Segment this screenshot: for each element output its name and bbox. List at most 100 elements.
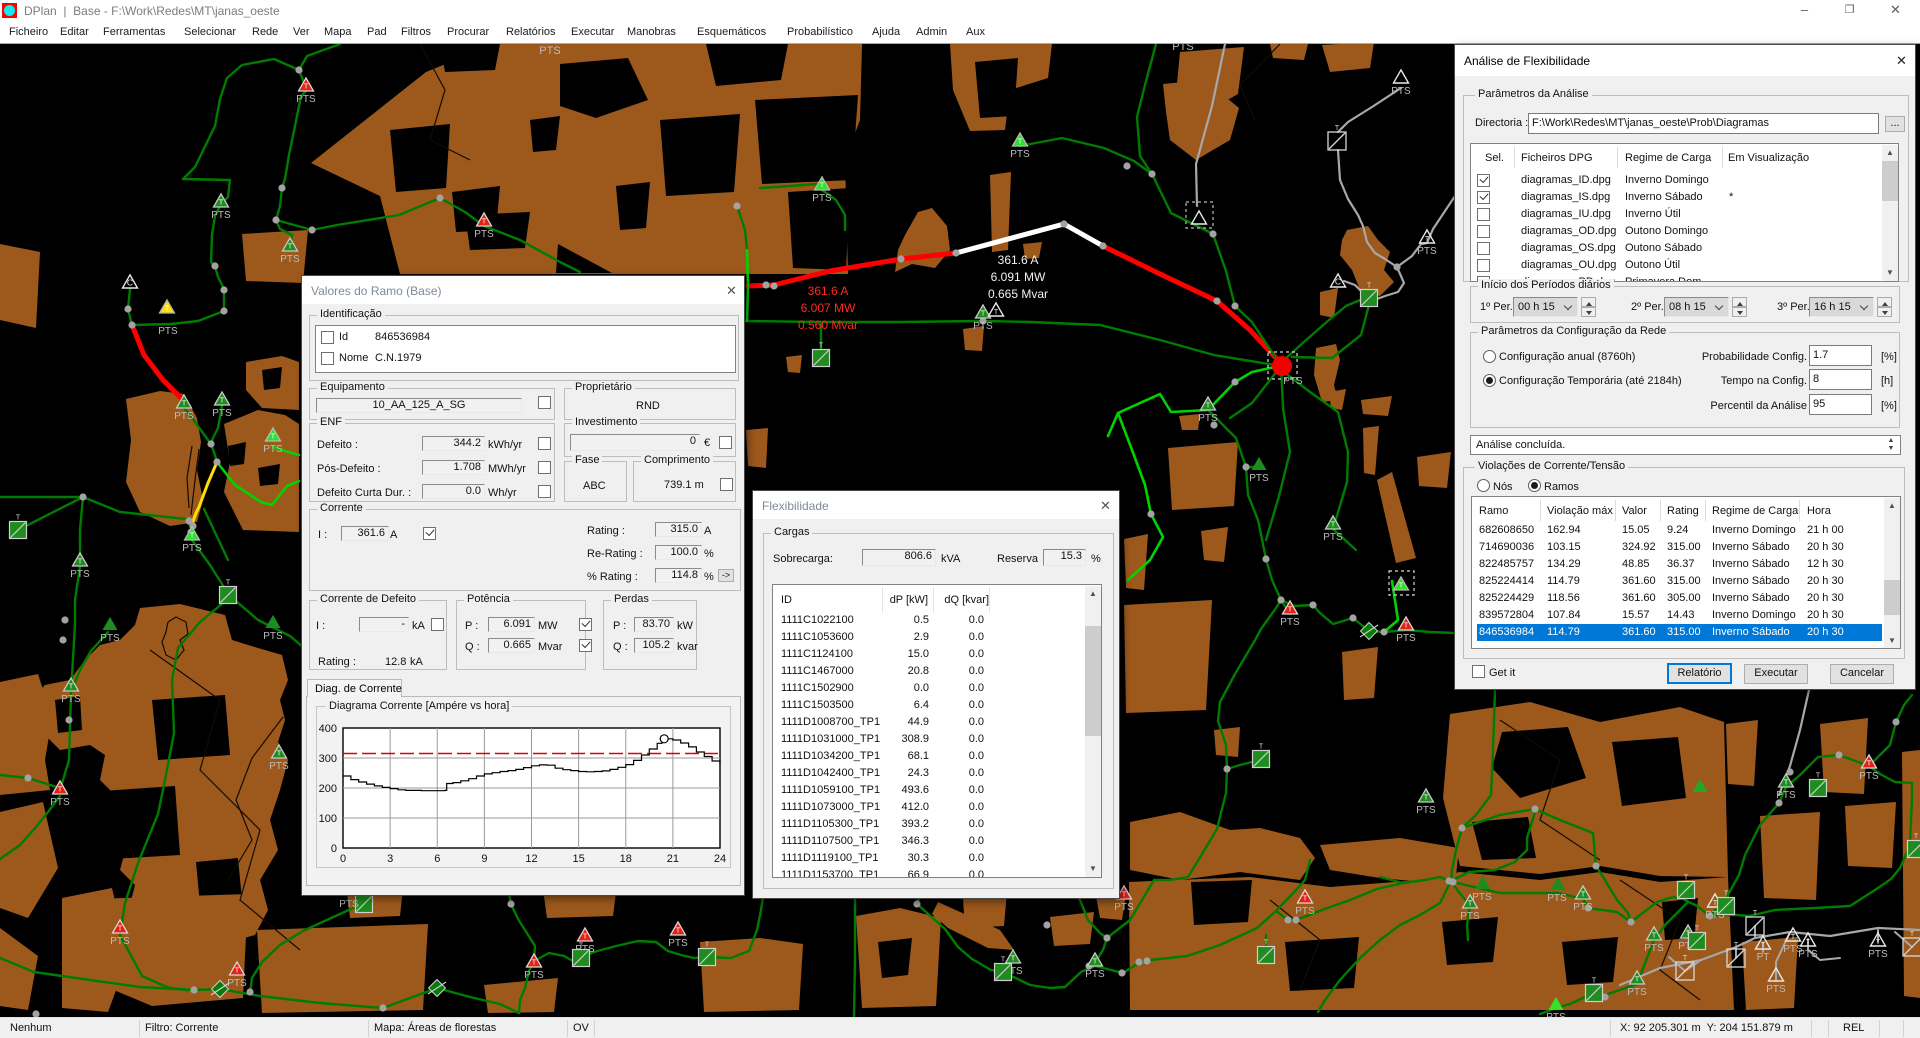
svg-text:PTS: PTS — [1546, 1012, 1566, 1017]
svg-text:T: T — [1367, 283, 1372, 290]
svg-text:T: T — [271, 434, 276, 441]
svg-text:PTS: PTS — [1172, 44, 1193, 53]
svg-text:PTS: PTS — [1391, 86, 1411, 97]
svg-text:T: T — [994, 309, 999, 316]
svg-text:PTS: PTS — [174, 411, 194, 422]
svg-text:T: T — [235, 968, 240, 975]
svg-text:PTS: PTS — [110, 936, 130, 947]
svg-text:PTS: PTS — [1396, 633, 1416, 644]
svg-text:T: T — [78, 559, 83, 566]
svg-text:18: 18 — [620, 853, 632, 865]
svg-text:T: T — [1784, 780, 1789, 787]
svg-text:6.007 MW: 6.007 MW — [801, 301, 856, 315]
svg-text:T: T — [1335, 125, 1340, 132]
svg-text:PTS: PTS — [668, 938, 688, 949]
svg-text:24: 24 — [714, 853, 726, 865]
svg-text:PTS: PTS — [182, 543, 202, 554]
svg-text:PTS: PTS — [280, 254, 300, 265]
svg-text:PTS: PTS — [1114, 902, 1134, 913]
svg-text:PTS: PTS — [1472, 892, 1492, 903]
svg-text:T: T — [1122, 892, 1127, 899]
svg-text:PTS: PTS — [1460, 911, 1480, 922]
svg-text:PTS: PTS — [1776, 790, 1796, 801]
svg-text:T: T — [1424, 795, 1429, 802]
svg-text:T: T — [819, 343, 824, 350]
svg-text:PTS: PTS — [1627, 987, 1647, 998]
svg-text:12: 12 — [525, 853, 537, 865]
svg-text:PT: PT — [1757, 952, 1770, 963]
svg-text:T: T — [219, 200, 224, 207]
svg-text:0: 0 — [331, 843, 337, 855]
svg-text:T: T — [820, 183, 825, 190]
svg-text:T: T — [676, 928, 681, 935]
svg-text:PTS: PTS — [1249, 473, 1269, 484]
svg-text:T: T — [1695, 926, 1700, 933]
svg-text:T: T — [1635, 977, 1640, 984]
svg-text:PTS: PTS — [1573, 902, 1593, 913]
svg-text:200: 200 — [319, 783, 337, 795]
svg-text:PTS: PTS — [539, 45, 560, 57]
svg-text:PTS: PTS — [50, 797, 70, 808]
svg-text:T: T — [226, 580, 231, 587]
svg-text:PTS: PTS — [1198, 413, 1218, 424]
svg-text:T: T — [1018, 139, 1023, 146]
svg-text:T: T — [1816, 773, 1821, 780]
svg-text:T: T — [1753, 910, 1758, 917]
svg-text:T: T — [118, 926, 123, 933]
svg-text:0.560 Mvar: 0.560 Mvar — [798, 318, 858, 332]
svg-text:PTS: PTS — [474, 229, 494, 240]
svg-text:T: T — [288, 244, 293, 251]
svg-text:PTS: PTS — [1283, 376, 1303, 387]
svg-text:PTS: PTS — [1280, 617, 1300, 628]
svg-text:PTS: PTS — [1295, 906, 1315, 917]
svg-text:T: T — [705, 942, 710, 949]
svg-text:PTS: PTS — [1085, 969, 1105, 980]
svg-text:PTS: PTS — [1547, 893, 1567, 904]
svg-text:T: T — [1914, 834, 1919, 841]
svg-text:PTS: PTS — [211, 210, 231, 221]
svg-text:C: C — [127, 278, 133, 288]
svg-text:T: T — [1093, 959, 1098, 966]
svg-text:15: 15 — [573, 853, 585, 865]
svg-text:9: 9 — [481, 853, 487, 865]
svg-text:361.6 A: 361.6 A — [808, 284, 849, 298]
svg-text:T: T — [1331, 522, 1336, 529]
svg-text:21: 21 — [667, 853, 679, 865]
svg-text:C: C — [1335, 277, 1341, 287]
svg-text:T: T — [583, 934, 588, 941]
svg-text:T: T — [981, 311, 986, 318]
svg-text:T: T — [1724, 891, 1729, 898]
svg-text:T: T — [304, 84, 309, 91]
svg-text:361.6 A: 361.6 A — [998, 253, 1039, 267]
svg-text:T: T — [1404, 623, 1409, 630]
svg-text:PTS: PTS — [1416, 805, 1436, 816]
svg-text:T: T — [1684, 875, 1689, 882]
svg-text:PTS: PTS — [1798, 949, 1818, 960]
svg-text:T: T — [1259, 744, 1264, 751]
svg-text:T: T — [165, 306, 170, 313]
svg-text:PTS: PTS — [263, 444, 283, 455]
svg-text:PTS: PTS — [1417, 246, 1437, 257]
svg-text:0: 0 — [340, 853, 346, 865]
svg-text:T: T — [220, 398, 225, 405]
svg-text:PTS: PTS — [100, 633, 120, 644]
svg-text:T: T — [1288, 607, 1293, 614]
svg-text:PTS: PTS — [1010, 149, 1030, 160]
svg-text:T: T — [1876, 939, 1881, 946]
svg-text:PTS: PTS — [158, 326, 178, 337]
svg-text:PTS: PTS — [70, 569, 90, 580]
svg-text:T: T — [1425, 236, 1430, 243]
svg-text:T: T — [1761, 942, 1766, 949]
svg-text:T: T — [1303, 896, 1308, 903]
svg-text:PTS: PTS — [227, 978, 247, 989]
svg-text:400: 400 — [319, 723, 337, 735]
svg-text:T: T — [1581, 892, 1586, 899]
svg-text:T: T — [1734, 942, 1739, 949]
svg-text:T: T — [1791, 934, 1796, 941]
svg-text:T: T — [1206, 403, 1211, 410]
svg-text:PTS: PTS — [263, 631, 283, 642]
svg-text:T: T — [532, 960, 537, 967]
svg-text:0.665 Mvar: 0.665 Mvar — [988, 287, 1048, 301]
svg-text:PTS: PTS — [524, 970, 544, 981]
svg-text:T: T — [182, 401, 187, 408]
